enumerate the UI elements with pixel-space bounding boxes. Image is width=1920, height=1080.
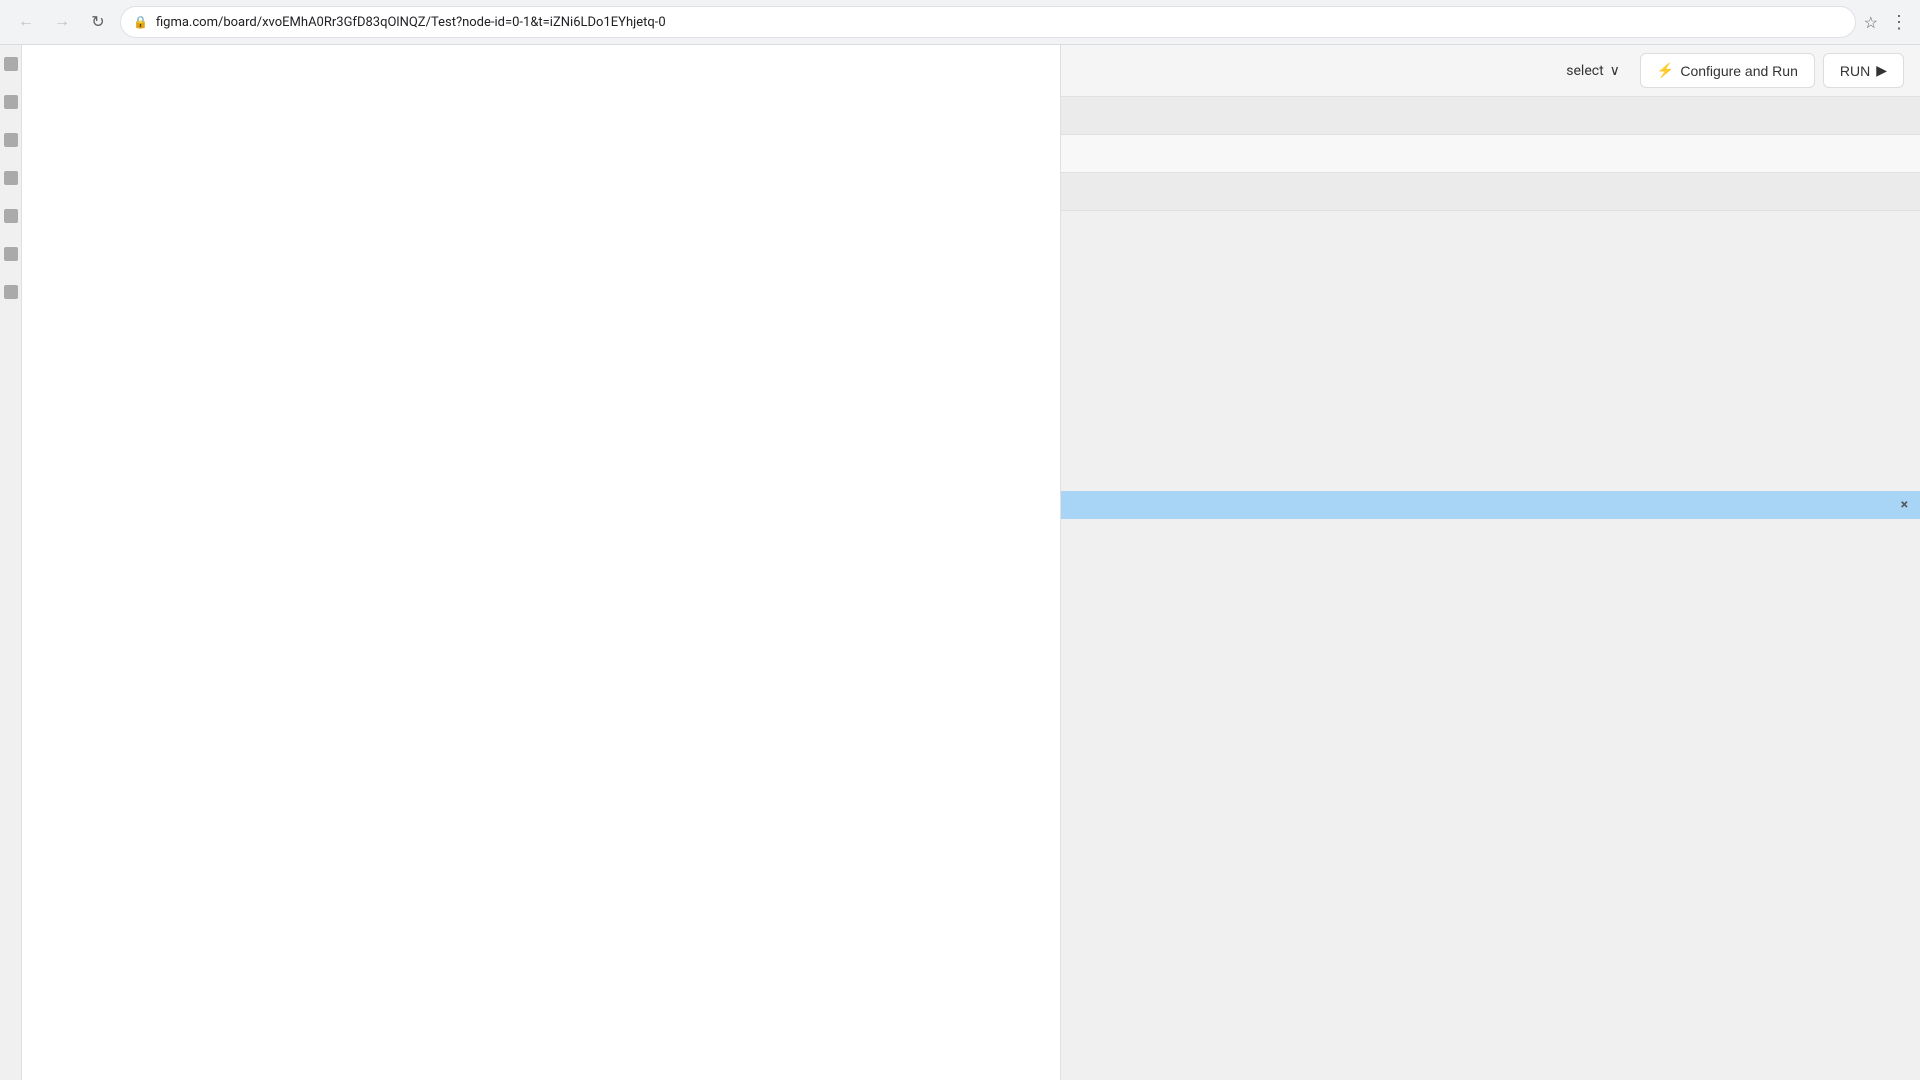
sidebar-icon-6[interactable] <box>4 247 18 261</box>
right-panel: select ∨ ⚡ Configure and Run RUN ▶ × <box>1060 45 1920 1080</box>
sidebar-icon-3[interactable] <box>4 133 18 147</box>
panel-section-2 <box>1061 135 1920 173</box>
refresh-icon: ↻ <box>91 12 104 32</box>
panel-section-1 <box>1061 97 1920 135</box>
run-button[interactable]: RUN ▶ <box>1823 53 1904 88</box>
canvas-area[interactable] <box>22 45 1060 1080</box>
back-icon: ← <box>18 13 34 31</box>
select-dropdown[interactable]: select ∨ <box>1554 57 1632 85</box>
browser-chrome: ← → ↻ 🔒 figma.com/board/xvoEMhA0Rr3GfD83… <box>0 0 1920 45</box>
configure-run-icon: ⚡ <box>1657 62 1674 79</box>
sidebar-icon-2[interactable] <box>4 95 18 109</box>
forward-icon: → <box>54 13 70 31</box>
address-bar-row: ← → ↻ 🔒 figma.com/board/xvoEMhA0Rr3GfD83… <box>0 0 1920 44</box>
lock-icon: 🔒 <box>133 15 148 29</box>
panel-body: × <box>1061 211 1920 1080</box>
select-chevron-icon: ∨ <box>1610 63 1620 79</box>
browser-menu-icon[interactable]: ⋮ <box>1890 12 1908 33</box>
sidebar-icon-7[interactable] <box>4 285 18 299</box>
url-text: figma.com/board/xvoEMhA0Rr3GfD83qOlNQZ/T… <box>156 15 1843 30</box>
run-label: RUN <box>1840 63 1870 79</box>
forward-button[interactable]: → <box>48 8 76 36</box>
configure-run-label: Configure and Run <box>1680 63 1798 79</box>
right-panel-toolbar: select ∨ ⚡ Configure and Run RUN ▶ <box>1061 45 1920 97</box>
close-button[interactable]: × <box>1901 497 1908 513</box>
address-bar[interactable]: 🔒 figma.com/board/xvoEMhA0Rr3GfD83qOlNQZ… <box>120 6 1856 38</box>
configure-run-button[interactable]: ⚡ Configure and Run <box>1640 53 1815 88</box>
sidebar-icon-4[interactable] <box>4 171 18 185</box>
left-sidebar <box>0 45 22 1080</box>
bookmark-icon[interactable]: ☆ <box>1864 13 1878 32</box>
select-label: select <box>1566 63 1603 79</box>
run-icon: ▶ <box>1876 62 1887 79</box>
panel-section-3 <box>1061 173 1920 211</box>
back-button[interactable]: ← <box>12 8 40 36</box>
sidebar-icon-5[interactable] <box>4 209 18 223</box>
main-area: select ∨ ⚡ Configure and Run RUN ▶ × <box>0 45 1920 1080</box>
refresh-button[interactable]: ↻ <box>84 8 112 36</box>
sidebar-icon-1[interactable] <box>4 57 18 71</box>
blue-notification-bar: × <box>1061 491 1920 519</box>
